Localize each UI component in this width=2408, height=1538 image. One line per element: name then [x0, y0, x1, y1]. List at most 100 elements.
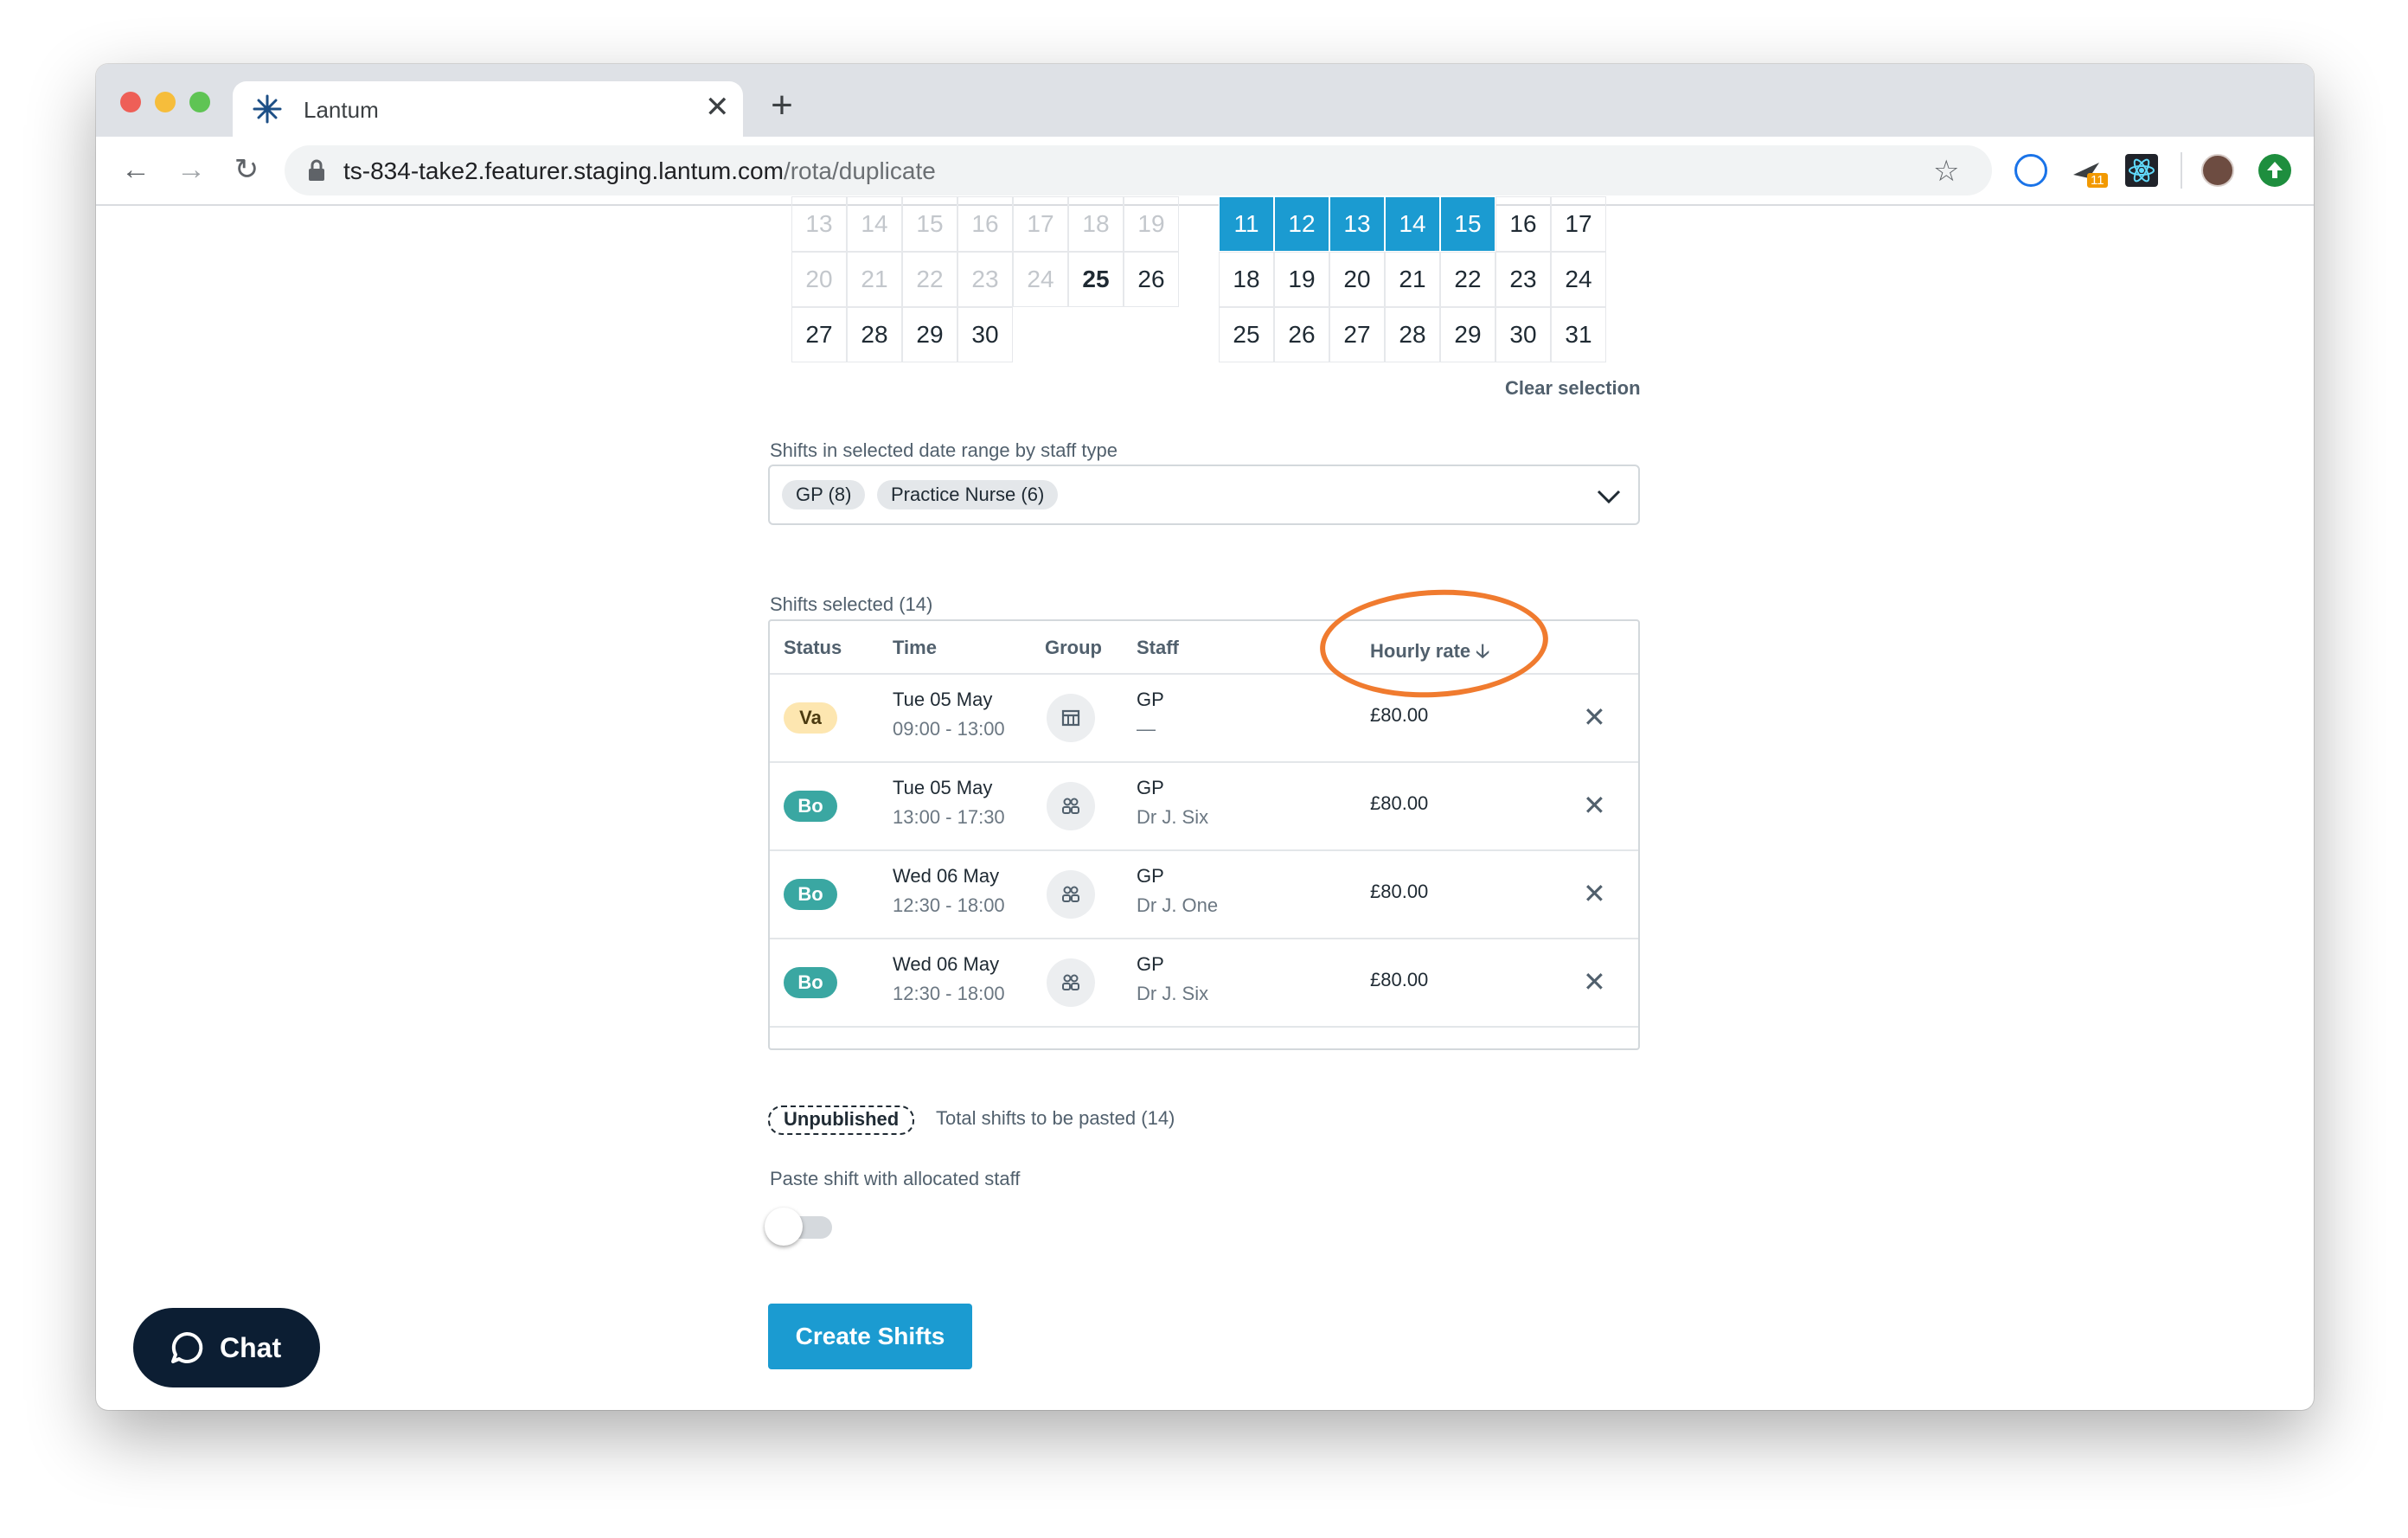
calendar-day[interactable]: 14 — [1385, 196, 1440, 252]
calendar-day[interactable]: 21 — [1385, 252, 1440, 307]
unpublished-badge: Unpublished — [768, 1105, 915, 1135]
shift-date: Wed 06 May — [893, 953, 1000, 975]
calendar-day[interactable]: 11 — [1219, 196, 1274, 252]
calendar-day[interactable]: 30 — [957, 307, 1013, 362]
staff-type-select[interactable]: GP (8) Practice Nurse (6) — [768, 465, 1640, 525]
calendar-day[interactable]: 29 — [1440, 307, 1495, 362]
calendar-day[interactable]: 29 — [902, 307, 957, 362]
calendar-day[interactable]: 15 — [1440, 196, 1495, 252]
header-group: Group — [1045, 637, 1102, 658]
chevron-down-icon[interactable] — [1597, 489, 1621, 504]
calendar-day: 24 — [1013, 252, 1068, 307]
calendar-day[interactable]: 25 — [1068, 252, 1124, 307]
address-bar[interactable]: ts-834-take2.featurer.staging.lantum.com… — [285, 145, 1992, 195]
table-row-partial — [770, 1026, 1638, 1048]
people-icon — [1047, 958, 1095, 1007]
chat-bubble-icon — [171, 1331, 203, 1363]
extension-badge: 11 — [2087, 173, 2108, 188]
status-badge: Va — [784, 702, 837, 734]
shift-time: 13:00 - 17:30 — [893, 806, 1005, 828]
new-tab-button[interactable]: + — [752, 87, 812, 125]
calendar-day: 14 — [847, 196, 902, 252]
shift-date: Wed 06 May — [893, 865, 1000, 887]
table-row[interactable]: Bo Tue 05 May 13:00 - 17:30 GP Dr J. Six £80.… — [770, 761, 1638, 851]
maximize-window-button[interactable] — [189, 92, 210, 112]
calendar-day[interactable]: 20 — [1329, 252, 1385, 307]
calendar-day[interactable]: 25 — [1219, 307, 1274, 362]
remove-shift-icon[interactable]: ✕ — [1583, 877, 1606, 910]
close-window-button[interactable] — [120, 92, 141, 112]
table-row[interactable]: Va Tue 05 May 09:00 - 13:00 GP — £80.00 ✕ — [770, 673, 1638, 763]
bookmark-star-icon[interactable]: ☆ — [1933, 154, 1959, 189]
extension-plane-icon[interactable]: 11 — [2070, 154, 2108, 189]
header-status: Status — [784, 637, 842, 658]
staff-name: Dr J. Six — [1137, 806, 1209, 828]
tab-close-icon[interactable]: ✕ — [705, 90, 730, 125]
calendar-day[interactable]: 31 — [1551, 307, 1606, 362]
tab-title: Lantum — [304, 97, 379, 123]
calendar-day[interactable]: 27 — [791, 307, 847, 362]
react-devtools-icon[interactable] — [2125, 154, 2158, 187]
calendar-day[interactable]: 28 — [847, 307, 902, 362]
building-icon — [1047, 694, 1095, 742]
remove-shift-icon[interactable]: ✕ — [1583, 965, 1606, 998]
shift-time: 09:00 - 13:00 — [893, 718, 1005, 740]
calendar-day[interactable]: 23 — [1495, 252, 1551, 307]
status-badge: Bo — [784, 879, 837, 910]
remove-shift-icon[interactable]: ✕ — [1583, 789, 1606, 822]
calendar-day[interactable]: 30 — [1495, 307, 1551, 362]
clear-selection-link[interactable]: Clear selection — [1505, 377, 1641, 400]
extension-password-icon[interactable] — [2014, 154, 2047, 187]
calendar-day[interactable]: 16 — [1495, 196, 1551, 252]
calendar-day[interactable]: 27 — [1329, 307, 1385, 362]
table-row[interactable]: Bo Wed 06 May 12:30 - 18:00 GP Dr J. Six £80.… — [770, 938, 1638, 1028]
hourly-rate: £80.00 — [1370, 881, 1429, 902]
calendar-day[interactable]: 18 — [1219, 252, 1274, 307]
reload-icon[interactable]: ↻ — [227, 151, 266, 189]
chip-gp[interactable]: GP (8) — [782, 480, 866, 509]
calendar-day[interactable]: 19 — [1274, 252, 1329, 307]
calendar-day[interactable]: 28 — [1385, 307, 1440, 362]
header-staff: Staff — [1137, 637, 1179, 658]
calendar-day: 15 — [902, 196, 957, 252]
paste-staff-label: Paste shift with allocated staff — [770, 1168, 1021, 1189]
profile-avatar[interactable] — [2201, 154, 2234, 187]
calendar-day[interactable]: 17 — [1551, 196, 1606, 252]
hourly-rate: £80.00 — [1370, 969, 1429, 990]
browser-tab[interactable]: Lantum ✕ — [233, 81, 743, 137]
calendar-day[interactable]: 26 — [1274, 307, 1329, 362]
calendar-day[interactable]: 13 — [1329, 196, 1385, 252]
shifts-table: Status Time Group Staff Hourly rate 🡣 Va… — [768, 619, 1640, 1050]
staff-type: GP — [1137, 865, 1164, 887]
update-icon[interactable] — [2258, 154, 2291, 187]
calendar-day[interactable]: 22 — [1440, 252, 1495, 307]
staff-type: GP — [1137, 777, 1164, 798]
forward-icon[interactable]: → — [172, 151, 210, 189]
calendar-day[interactable]: 24 — [1551, 252, 1606, 307]
hourly-rate: £80.00 — [1370, 792, 1429, 814]
calendar-day: 21 — [847, 252, 902, 307]
shift-time: 12:30 - 18:00 — [893, 894, 1005, 916]
chat-button[interactable]: Chat — [133, 1308, 320, 1387]
staff-name: Dr J. Six — [1137, 983, 1209, 1004]
chip-practice-nurse[interactable]: Practice Nurse (6) — [877, 480, 1059, 509]
lock-icon — [309, 159, 324, 181]
minimize-window-button[interactable] — [155, 92, 176, 112]
calendar-day: 23 — [957, 252, 1013, 307]
url-host: ts-834-take2.featurer.staging.lantum.com — [343, 157, 784, 184]
remove-shift-icon[interactable]: ✕ — [1583, 701, 1606, 734]
hourly-rate: £80.00 — [1370, 704, 1429, 726]
lantum-logo-icon — [253, 94, 282, 124]
toggle-knob[interactable] — [765, 1208, 803, 1246]
calendar-day[interactable]: 26 — [1124, 252, 1179, 307]
status-badge: Bo — [784, 791, 837, 822]
calendar-day[interactable]: 12 — [1274, 196, 1329, 252]
url-path: /rota/duplicate — [783, 157, 936, 184]
chat-label: Chat — [220, 1332, 282, 1363]
people-icon — [1047, 870, 1095, 919]
back-icon[interactable]: ← — [117, 151, 155, 189]
title-bar: Lantum ✕ + — [96, 64, 2314, 137]
table-row[interactable]: Bo Wed 06 May 12:30 - 18:00 GP Dr J. One £80.… — [770, 849, 1638, 939]
staff-type-label: Shifts in selected date range by staff t… — [770, 439, 1118, 461]
create-shifts-button[interactable]: Create Shifts — [768, 1304, 972, 1369]
